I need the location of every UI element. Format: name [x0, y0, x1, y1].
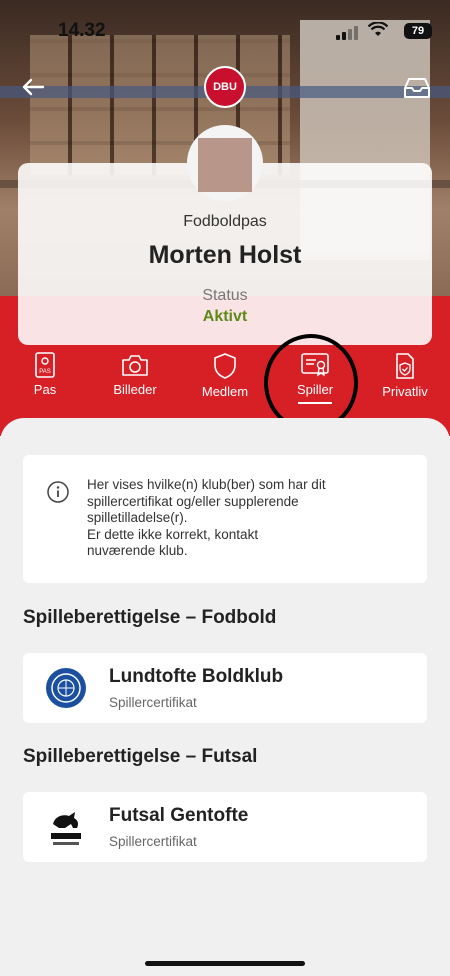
tab-label: Pas: [33, 382, 57, 397]
battery-indicator: 79: [404, 23, 432, 39]
club-name: Lundtofte Boldklub: [109, 666, 284, 687]
svg-text:PAS: PAS: [39, 369, 51, 375]
club-name: Futsal Gentofte: [109, 805, 249, 826]
futsal-gentofte-logo: [51, 812, 81, 845]
shield-check-icon: [396, 353, 414, 379]
tab-bar: PAS Pas Billeder Medlem Spiller Privatli…: [0, 352, 450, 412]
tab-billeder[interactable]: Billeder: [90, 352, 180, 397]
tab-label: Privatliv: [382, 384, 428, 399]
tab-label: Billeder: [113, 382, 157, 397]
tab-label: Medlem: [201, 384, 249, 399]
club-card-lundtofte[interactable]: Lundtofte Boldklub Spillercertifikat: [23, 653, 427, 723]
inbox-icon[interactable]: [402, 76, 432, 100]
status-bar: 14.32 79: [0, 0, 450, 60]
dbu-logo: DBU: [204, 66, 246, 108]
status-time: 14.32: [58, 20, 106, 41]
avatar: [198, 138, 252, 192]
club-card-futsal-gentofte[interactable]: Futsal Gentofte Spillercertifikat: [23, 792, 427, 862]
tab-privatliv[interactable]: Privatliv: [360, 352, 450, 399]
info-box: Her vises hvilke(n) klub(ber) som har di…: [23, 455, 427, 583]
passport-icon: PAS: [35, 352, 55, 378]
info-icon: [47, 481, 69, 503]
camera-icon: [122, 355, 148, 376]
club-subtitle: Spillercertifikat: [109, 834, 197, 849]
section-title-futsal: Spilleberettigelse – Futsal: [23, 746, 258, 767]
pass-title: Fodboldpas: [183, 213, 267, 230]
player-name: Morten Holst: [148, 241, 302, 269]
status-value: Aktivt: [202, 308, 248, 325]
back-arrow-icon[interactable]: [18, 72, 48, 102]
tab-pas[interactable]: PAS Pas: [0, 352, 90, 397]
signal-icon: [336, 26, 358, 40]
section-title-fodbold: Spilleberettigelse – Fodbold: [23, 607, 277, 628]
info-text: Her vises hvilke(n) klub(ber) som har di…: [87, 477, 326, 558]
club-subtitle: Spillercertifikat: [109, 695, 197, 710]
lundtofte-club-logo: [46, 668, 86, 708]
status-label: Status: [202, 287, 248, 304]
shield-icon: [214, 353, 236, 379]
tab-medlem[interactable]: Medlem: [180, 352, 270, 399]
home-indicator: [145, 961, 305, 966]
wifi-icon: [368, 22, 388, 36]
